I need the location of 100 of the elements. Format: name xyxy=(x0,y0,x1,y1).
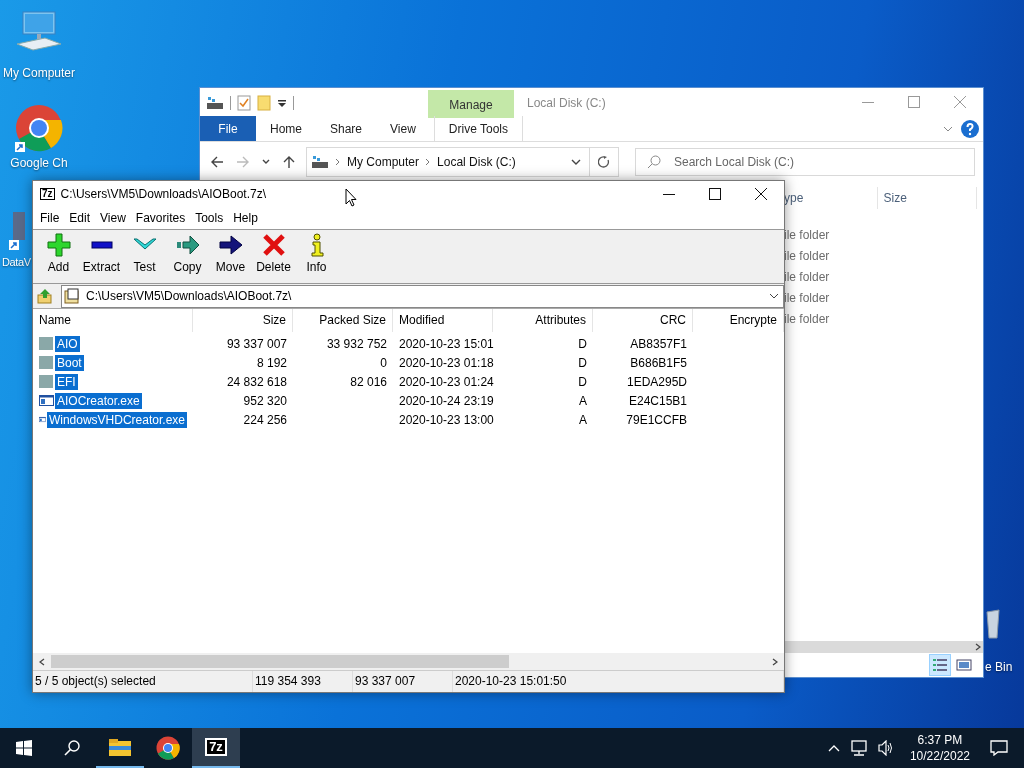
table-cell-text: A xyxy=(578,412,588,427)
chrome-icon xyxy=(156,736,180,760)
table-cell-text: D xyxy=(577,374,588,389)
taskbar-button[interactable]: 7z xyxy=(192,728,240,768)
file-name[interactable]: WindowsVHDCreator.exe xyxy=(46,411,187,428)
shortcut-icon[interactable] xyxy=(9,210,25,250)
file-name[interactable]: Boot xyxy=(55,354,84,371)
dropdown-icon[interactable] xyxy=(571,158,581,166)
menu-item[interactable]: Tools xyxy=(190,210,229,225)
table-cell-text: 79E1CCFB xyxy=(625,412,688,427)
column-header[interactable]: Packed Size xyxy=(293,309,393,332)
table-cell-text: 93 337 007 xyxy=(225,336,288,351)
column-header[interactable]: Size xyxy=(193,309,293,332)
plus-icon xyxy=(46,233,71,257)
status-text: 2020-10-23 15:01:50 xyxy=(453,671,784,692)
toolbar-button[interactable]: Copy xyxy=(166,233,209,274)
status-text: 119 354 393 xyxy=(253,671,353,692)
ribbon-tab[interactable]: File xyxy=(200,116,256,141)
table-cell-text: ile folder xyxy=(784,290,831,307)
table-cell-text: 2020-10-23 01:18 xyxy=(398,355,493,370)
menu-item[interactable]: Favorites xyxy=(130,210,191,225)
file-name[interactable]: AIOCreator.exe xyxy=(55,392,142,409)
menu-item[interactable]: Help xyxy=(228,210,263,225)
archive-icon xyxy=(64,288,80,304)
scroll-right-icon[interactable] xyxy=(772,657,778,666)
ribbon-tab[interactable]: Share xyxy=(316,116,377,141)
chevron-icon xyxy=(335,158,341,166)
up-icon[interactable] xyxy=(282,155,296,169)
table-cell-text: 224 256 xyxy=(242,412,288,427)
column-header[interactable]: Encrypte xyxy=(693,309,784,332)
menu-item[interactable]: File xyxy=(35,210,65,225)
arrow-icon xyxy=(175,233,200,257)
maximize-icon[interactable] xyxy=(709,187,721,200)
toolbar-button[interactable]: Extract xyxy=(80,233,123,274)
clock-time[interactable]: 6:37 PM xyxy=(917,732,963,748)
toolbar-button[interactable]: Move xyxy=(209,233,252,274)
scroll-left-icon[interactable] xyxy=(39,657,45,666)
view-button[interactable] xyxy=(929,654,951,676)
column-header[interactable]: Attributes xyxy=(493,309,593,332)
folder-up-icon[interactable] xyxy=(37,288,53,304)
clock-date[interactable]: 10/22/2022 xyxy=(909,748,970,764)
refresh-button[interactable] xyxy=(590,147,619,177)
scrollbar[interactable] xyxy=(784,641,983,653)
large-icons-view-icon xyxy=(956,657,972,673)
chevron-icon[interactable] xyxy=(943,124,953,133)
breadcrumb[interactable]: Local Disk (C:) xyxy=(437,155,516,169)
file-name[interactable]: AIO xyxy=(55,335,80,352)
menu-item[interactable]: View xyxy=(95,210,131,225)
column-header[interactable]: Name xyxy=(33,309,193,332)
table-cell-text: 2020-10-23 01:24 xyxy=(398,374,493,389)
search-icon xyxy=(647,155,661,169)
column-header[interactable]: Size xyxy=(883,187,977,209)
chrome-icon[interactable] xyxy=(15,104,63,152)
back-icon[interactable] xyxy=(210,155,224,169)
table-cell-text: 0 xyxy=(379,355,388,370)
menu-item[interactable]: Edit xyxy=(64,210,96,225)
volume-icon[interactable] xyxy=(877,740,894,756)
properties-icon[interactable] xyxy=(237,95,251,111)
notification-icon[interactable] xyxy=(990,740,1008,756)
toolbar-button[interactable]: Test xyxy=(123,233,166,274)
file-name[interactable]: EFI xyxy=(55,373,78,390)
delete-icon xyxy=(261,233,286,257)
close-icon[interactable] xyxy=(755,187,767,200)
dropdown-icon[interactable] xyxy=(769,292,779,300)
path-field[interactable]: C:\Users\VM5\Downloads\AIOBoot.7z\ xyxy=(61,284,784,308)
table-cell-text: 1EDA295D xyxy=(625,374,688,389)
network-icon[interactable] xyxy=(849,740,868,756)
details-view-icon xyxy=(932,657,948,673)
folder-icon xyxy=(39,336,54,351)
icon-label[interactable]: e Bin xyxy=(985,660,1013,675)
drive-icon xyxy=(311,155,329,169)
scrollbar[interactable] xyxy=(33,653,784,670)
help-icon[interactable] xyxy=(961,119,979,138)
table-cell-text: E24C15B1 xyxy=(627,393,688,408)
scroll-right-icon[interactable] xyxy=(975,643,981,651)
column-header[interactable]: CRC xyxy=(593,309,693,332)
table-cell-text: 2020-10-23 13:00 xyxy=(398,412,493,427)
dropdown-icon[interactable] xyxy=(277,98,287,108)
caret-up-icon[interactable] xyxy=(827,744,840,752)
ribbon-tab[interactable]: View xyxy=(376,116,430,141)
column-header[interactable]: Modified xyxy=(393,309,493,332)
search-field[interactable]: Search Local Disk (C:) xyxy=(635,148,975,176)
window-title: Local Disk (C:) xyxy=(527,96,606,110)
table-cell-text: 24 832 618 xyxy=(225,374,288,389)
toolbar-button[interactable]: Info xyxy=(295,233,338,274)
table-cell-text: 2020-10-24 23:19 xyxy=(398,393,493,408)
ribbon-tab[interactable]: Drive Tools xyxy=(433,116,523,141)
folder-icon xyxy=(109,738,131,756)
drive-icon[interactable] xyxy=(206,96,224,110)
toolbar-button[interactable]: Add xyxy=(37,233,80,274)
folder-icon xyxy=(39,374,54,389)
toolbar-button[interactable]: Delete xyxy=(252,233,295,274)
cursor-icon xyxy=(345,188,357,207)
breadcrumb[interactable]: My Computer xyxy=(347,155,420,169)
app-logo: 7z xyxy=(40,187,55,200)
ribbon-tab[interactable]: Home xyxy=(256,116,316,141)
address-bar[interactable]: My Computer Local Disk (C:) xyxy=(306,147,590,177)
context-tab-header: Manage xyxy=(428,90,514,118)
table-cell-text: 2020-10-23 15:01 xyxy=(398,336,493,351)
scroll-thumb[interactable] xyxy=(51,655,509,668)
